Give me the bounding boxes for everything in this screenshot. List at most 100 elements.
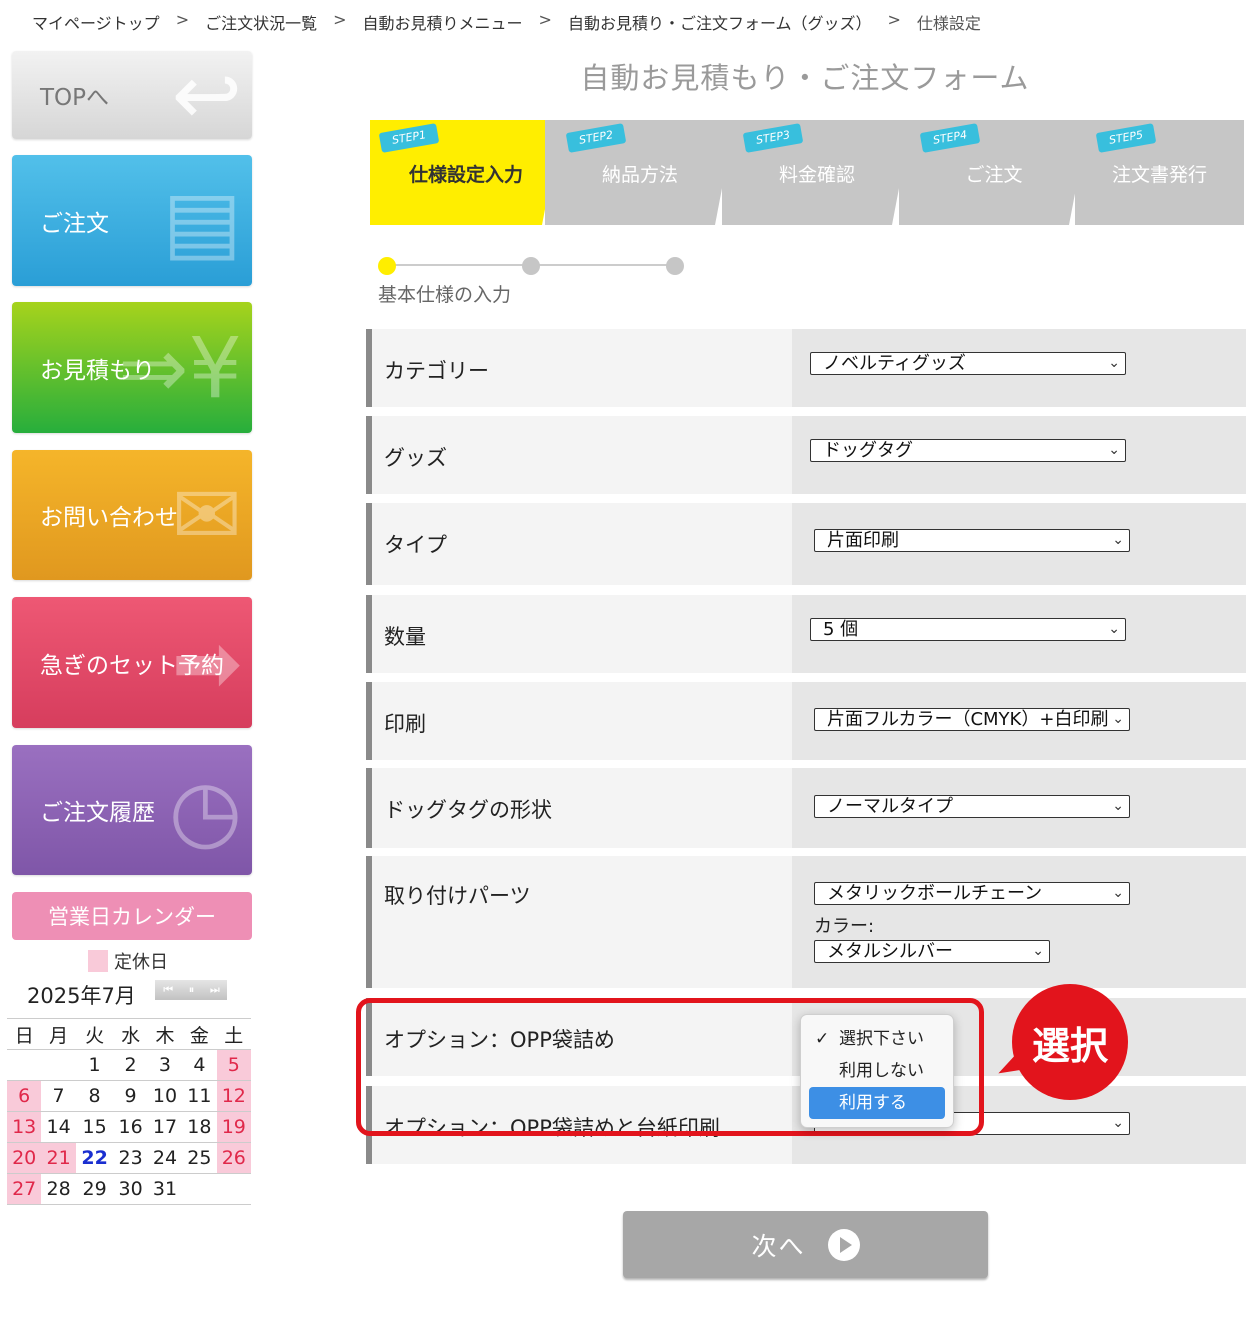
form-row-quantity: 数量 5 個 ⌄ — [366, 595, 1246, 673]
opp-dropdown-menu[interactable]: ✓ 選択下さい 利用しない 利用する — [800, 1014, 954, 1128]
next-button[interactable]: 次へ — [623, 1211, 988, 1278]
chevron-down-icon: ⌄ — [1110, 1113, 1124, 1134]
sidebar-top-button[interactable]: TOPへ ↩ — [12, 51, 252, 139]
calendar-day: 20 — [7, 1142, 42, 1174]
calendar-day: 27 — [7, 1173, 42, 1205]
calendar-week-row: 6 7 8 9 10 11 12 — [7, 1080, 251, 1112]
breadcrumb-order-status-list[interactable]: ご注文状況一覧 — [205, 10, 317, 34]
calendar-day: 24 — [147, 1142, 183, 1174]
calendar-weekday: 土 — [216, 1018, 251, 1050]
step-name: 納品方法 — [601, 164, 678, 186]
sidebar-contact-button[interactable]: お問い合わせ ✉ — [12, 450, 252, 580]
type-select[interactable]: 片面印刷 ⌄ — [814, 529, 1130, 552]
parts-color-label: カラー: — [814, 916, 875, 937]
step-3: STEP3 料金確認 — [722, 120, 912, 225]
calendar-week-row: 12345 — [7, 1049, 251, 1081]
sidebar-rush-button[interactable]: 急ぎのセット予約 ➡ — [12, 597, 252, 728]
checkmark-icon: ✓ — [815, 1029, 830, 1049]
field-label: グッズ — [384, 446, 447, 470]
sub-step-caption: 基本仕様の入力 — [378, 284, 512, 306]
chevron-down-icon: ⌄ — [1106, 440, 1120, 461]
category-select[interactable]: ノベルティグッズ ⌄ — [810, 352, 1126, 375]
calendar-day: 14 — [41, 1111, 76, 1143]
select-value: メタリックボールチェーン — [827, 883, 1043, 904]
calendar-weekday: 火 — [75, 1018, 114, 1050]
option-label: 利用する — [839, 1093, 907, 1113]
calendar-day: 3 — [147, 1049, 183, 1081]
calendar-week-row: 20 21 22 23 24 25 26 — [7, 1142, 251, 1174]
calendar-day: 19 — [216, 1111, 251, 1143]
form-title: 自動お見積もり・ご注文フォーム — [580, 61, 1030, 95]
field-value-cell: 5 個 ⌄ — [792, 595, 1246, 673]
field-value-cell: メタリックボールチェーン ⌄ カラー: メタルシルバー ⌄ — [792, 856, 1246, 988]
dropdown-option-not-use[interactable]: 利用しない — [801, 1055, 953, 1087]
parts-select[interactable]: メタリックボールチェーン ⌄ — [814, 882, 1130, 905]
form-row-goods: グッズ ドッグタグ ⌄ — [366, 416, 1246, 494]
dropdown-option-use[interactable]: 利用する — [809, 1087, 945, 1119]
step-name: 注文書発行 — [1111, 164, 1207, 186]
calendar-weekday: 木 — [147, 1018, 183, 1050]
play-circle-icon — [827, 1228, 860, 1261]
select-value: メタルシルバー — [827, 941, 953, 962]
sidebar-order-button[interactable]: ご注文 ▤ — [12, 155, 252, 286]
calendar-navigation[interactable]: ⏮ ⏸ ⏭ — [155, 980, 227, 1000]
field-value-cell: ドッグタグ ⌄ — [792, 416, 1246, 494]
print-select[interactable]: 片面フルカラー（CMYK）+白印刷 ⌄ — [814, 708, 1130, 731]
quantity-select[interactable]: 5 個 ⌄ — [810, 618, 1126, 641]
calendar-week-row: 27 28 29 30 31 — [7, 1173, 251, 1205]
sidebar-quote-button[interactable]: お見積もり ⇒¥ — [12, 302, 252, 433]
chevron-down-icon: ⌄ — [1110, 530, 1124, 551]
calendar-day: 29 — [75, 1173, 114, 1205]
calendar-empty-cell — [7, 1049, 42, 1081]
calendar-day: 26 — [216, 1142, 251, 1174]
select-value: 片面フルカラー（CMYK）+白印刷 — [827, 709, 1109, 730]
calendar-day: 31 — [147, 1173, 183, 1205]
field-label: オプション：OPP袋詰め — [384, 1028, 615, 1052]
calendar-day: 6 — [7, 1080, 42, 1112]
breadcrumb-mypage-top[interactable]: マイページトップ — [32, 10, 160, 34]
sidebar-history-button[interactable]: ご注文履歴 ◷ — [12, 745, 252, 875]
calendar-next-icon[interactable]: ⏭ — [210, 983, 220, 997]
return-arrow-icon: ↩ — [171, 51, 242, 139]
chevron-down-icon: ⌄ — [1110, 883, 1124, 904]
step-badge: STEP1 — [379, 123, 440, 153]
calendar-weekday: 金 — [182, 1018, 217, 1050]
calendar-title: 営業日カレンダー — [12, 892, 252, 940]
sub-step-dot-3 — [666, 257, 684, 275]
select-value: 片面印刷 — [827, 530, 899, 551]
calendar-empty-cell — [182, 1173, 217, 1205]
field-label: 印刷 — [384, 712, 426, 736]
sub-step-dot-2 — [522, 257, 540, 275]
breadcrumb-auto-quote-form[interactable]: 自動お見積り・ご注文フォーム（グッズ） — [568, 10, 872, 34]
sub-step-progress — [378, 255, 688, 275]
parts-color-select[interactable]: メタルシルバー ⌄ — [814, 940, 1050, 963]
calendar-day: 25 — [182, 1142, 217, 1174]
dropdown-option-please-select[interactable]: ✓ 選択下さい — [801, 1023, 953, 1055]
step-name: ご注文 — [965, 164, 1023, 186]
goods-select[interactable]: ドッグタグ ⌄ — [810, 439, 1126, 462]
chevron-down-icon: ⌄ — [1110, 709, 1124, 730]
calendar-week-row: 13 14 15 16 17 18 19 — [7, 1111, 251, 1143]
calendar-day: 8 — [75, 1080, 114, 1112]
step-badge: STEP3 — [743, 123, 804, 153]
calendar-day: 10 — [147, 1080, 183, 1112]
document-icon: ▤ — [162, 171, 242, 270]
chevron-down-icon: ⌄ — [1030, 941, 1044, 962]
step-badge: STEP5 — [1095, 123, 1157, 153]
step-name: 仕様設定入力 — [408, 164, 523, 186]
calendar-body: 1 2 3 4 5 6 7 8 9 10 11 12 13 14 15 16 17 18 19 20 21 22 23 24 2… — [7, 1049, 251, 1205]
holiday-legend-label: 定休日 — [114, 952, 168, 973]
calendar-day: 11 — [182, 1080, 217, 1112]
step-badge: STEP4 — [920, 123, 981, 153]
shape-select[interactable]: ノーマルタイプ ⌄ — [814, 795, 1130, 818]
calendar-prev-icon[interactable]: ⏮ — [163, 983, 173, 997]
sidebar-top-label: TOPへ — [40, 85, 110, 111]
calendar-pause-icon[interactable]: ⏸ — [189, 983, 194, 997]
step-2: STEP2 納品方法 — [545, 120, 735, 225]
breadcrumb-auto-quote-menu[interactable]: 自動お見積りメニュー — [363, 10, 523, 34]
calendar-weekday-row: 日月火水木金土 — [7, 1018, 251, 1050]
calendar-month: 2025年7月 — [27, 984, 136, 1008]
calendar-day: 13 — [7, 1111, 42, 1143]
calendar-empty-cell — [41, 1049, 76, 1081]
calendar-day: 4 — [182, 1049, 217, 1081]
